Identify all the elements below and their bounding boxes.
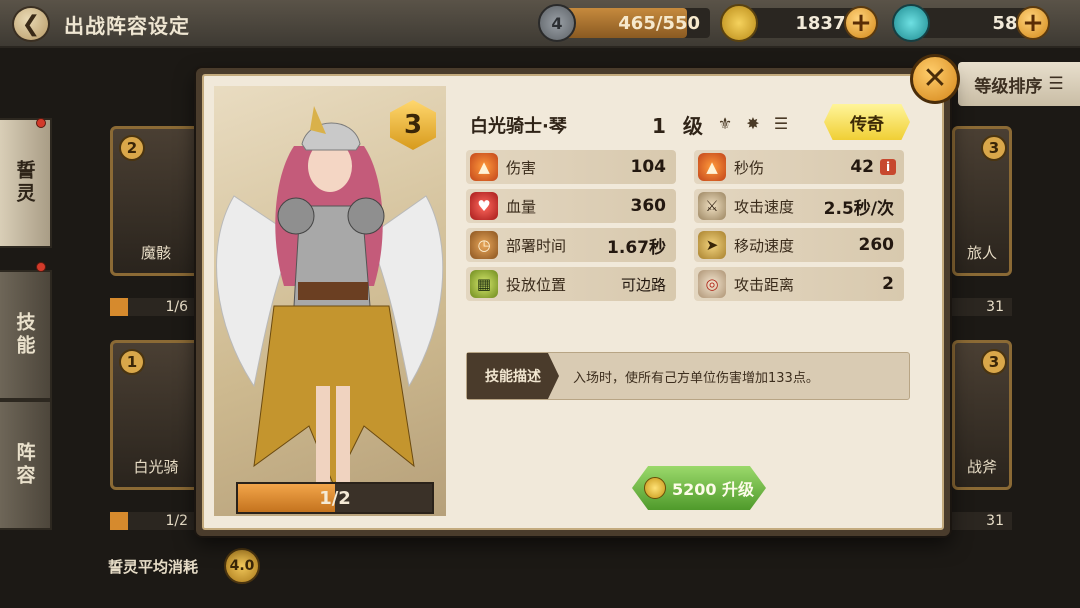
avg-cost-badge: 4.0	[224, 548, 260, 584]
trait-crest-icon[interactable]: ⚜	[712, 110, 738, 136]
hero-level-number: 1	[652, 114, 666, 138]
card-label: 旅人	[966, 244, 997, 262]
hero-card[interactable]: 1 白光骑	[110, 340, 202, 490]
hero-name: 白光骑士·琴	[470, 116, 567, 137]
fire-icon: ▲	[698, 153, 726, 181]
stat-dps: ▲ 秒伤 42 i	[694, 150, 904, 184]
target-icon: ◎	[698, 270, 726, 298]
upgrade-label: 5200 升级	[671, 480, 755, 499]
sword-icon: ⚔	[698, 192, 726, 220]
skill-description: 技能描述 入场时，使所有己方单位伤害增加133点。	[466, 352, 910, 400]
hero-card[interactable]: 2 魔骸	[110, 126, 202, 276]
skill-text: 入场时，使所有己方单位伤害增加133点。	[573, 370, 819, 386]
coin-icon	[643, 477, 666, 499]
card-progress: 31	[952, 298, 1012, 316]
back-arrow-icon: ❮	[21, 11, 41, 37]
stat-move-speed: ➤ 移动速度 260	[694, 228, 904, 262]
hero-illustration	[216, 106, 444, 488]
fire-icon: ▲	[470, 153, 498, 181]
hero-portrait: 3 1/2	[214, 86, 446, 516]
wing-icon: ➤	[698, 231, 726, 259]
info-icon[interactable]: i	[880, 159, 896, 175]
skill-label: 技能描述	[467, 353, 559, 399]
map-icon: ▦	[470, 270, 498, 298]
notification-dot	[36, 262, 46, 272]
card-progress: 1/2	[110, 512, 196, 530]
hero-card[interactable]: 3 旅人	[952, 126, 1012, 276]
stat-attack-range: ◎ 攻击距离 2	[694, 267, 904, 301]
stamina-display: 465/550	[560, 8, 710, 38]
clock-icon: ◷	[470, 231, 498, 259]
card-label: 魔骸	[140, 244, 171, 262]
hero-detail-modal: 3 1/2 白光骑士·琴 1 级 ⚜ ✸ ☰ 传奇 ▲ 伤害 104 ♥ 血量 …	[196, 68, 950, 536]
sort-label: 等级排序	[974, 76, 1043, 97]
close-button[interactable]: ✕	[910, 54, 960, 104]
add-gem-button[interactable]: +	[1016, 6, 1050, 40]
stat-deploy-time: ◷ 部署时间 1.67秒	[466, 228, 676, 262]
hero-level: 1 级	[652, 110, 703, 139]
stamina-text: 465/550	[618, 12, 700, 34]
card-label: 战斧	[966, 458, 997, 476]
avg-cost-label: 誓灵平均消耗	[108, 558, 199, 576]
hero-detail-panel: 3 1/2 白光骑士·琴 1 级 ⚜ ✸ ☰ 传奇 ▲ 伤害 104 ♥ 血量 …	[202, 74, 944, 530]
hero-level-unit: 级	[682, 114, 703, 138]
back-button[interactable]: ❮	[12, 6, 50, 42]
tab-skill[interactable]: 技能	[0, 270, 52, 400]
card-cost-badge: 1	[119, 349, 145, 375]
card-progress: 1/6	[110, 298, 196, 316]
page-title: 出战阵容设定	[64, 14, 190, 38]
card-progress: 31	[952, 512, 1012, 530]
rarity-badge: 传奇	[824, 104, 910, 140]
card-cost-badge: 3	[981, 349, 1007, 375]
fragment-progress-text: 1/2	[319, 488, 351, 509]
coin-icon	[720, 4, 758, 42]
tab-skill-label: 技能	[13, 312, 36, 358]
hero-card[interactable]: 3 战斧	[952, 340, 1012, 490]
stat-damage: ▲ 伤害 104	[466, 150, 676, 184]
stat-deploy-position: ▦ 投放位置 可边路	[466, 267, 676, 301]
close-icon: ✕	[922, 61, 948, 96]
shield-icon: 4	[538, 4, 576, 42]
gem-icon	[892, 4, 930, 42]
card-cost-badge: 3	[981, 135, 1007, 161]
stat-hp: ♥ 血量 360	[466, 189, 676, 223]
list-icon: ☰	[1048, 74, 1064, 94]
fragment-progress: 1/2	[236, 482, 434, 514]
trait-scroll-icon[interactable]: ☰	[768, 110, 794, 136]
add-gold-button[interactable]: +	[844, 6, 878, 40]
top-bar: ❮ 出战阵容设定 465/550 4 18371 + 586 +	[0, 0, 1080, 48]
upgrade-button[interactable]: 5200 升级	[632, 466, 766, 510]
tab-oath[interactable]: 誓灵	[0, 118, 52, 248]
stamina-level: 4	[551, 13, 563, 33]
tab-oath-label: 誓灵	[13, 160, 36, 206]
hero-trait-icons: ⚜ ✸ ☰	[712, 110, 794, 136]
sort-by-level-button[interactable]: 等级排序 ☰	[958, 62, 1080, 106]
heart-icon: ♥	[470, 192, 498, 220]
card-label: 白光骑	[133, 458, 179, 476]
card-cost-badge: 2	[119, 135, 145, 161]
stat-attack-speed: ⚔ 攻击速度 2.5秒/次	[694, 189, 904, 223]
notification-dot	[36, 118, 46, 128]
trait-emblem-icon[interactable]: ✸	[740, 110, 766, 136]
tab-lineup-label: 阵容	[13, 442, 36, 488]
tab-lineup[interactable]: 阵容	[0, 400, 52, 530]
